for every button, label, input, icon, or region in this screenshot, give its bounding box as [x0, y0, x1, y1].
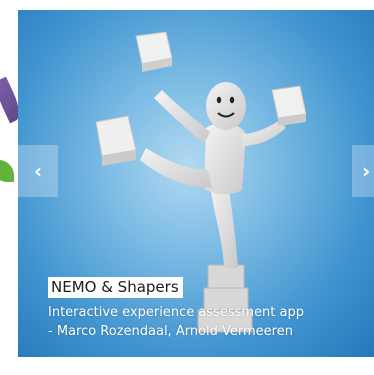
leaf-image — [0, 160, 14, 182]
next-slide-button[interactable]: › — [352, 145, 374, 197]
cube-left — [95, 115, 137, 166]
slide-caption: NEMO & Shapers Interactive experience as… — [48, 277, 304, 341]
cube-top — [135, 31, 173, 72]
slide-description-line2: - Marco Rozendaal, Arnold Vermeeren — [48, 324, 293, 339]
carousel-slide: NEMO & Shapers Interactive experience as… — [18, 10, 374, 357]
previous-slide-button[interactable]: ‹ — [18, 145, 58, 197]
previous-slide-peek — [0, 60, 25, 200]
slide-title[interactable]: NEMO & Shapers — [48, 277, 183, 298]
slide-description-line1: Interactive experience assessment app — [48, 305, 305, 320]
chevron-right-icon: › — [362, 159, 371, 183]
cube-right — [271, 85, 307, 126]
slide-description: Interactive experience assessment app - … — [48, 303, 304, 341]
chevron-left-icon: ‹ — [33, 159, 43, 183]
